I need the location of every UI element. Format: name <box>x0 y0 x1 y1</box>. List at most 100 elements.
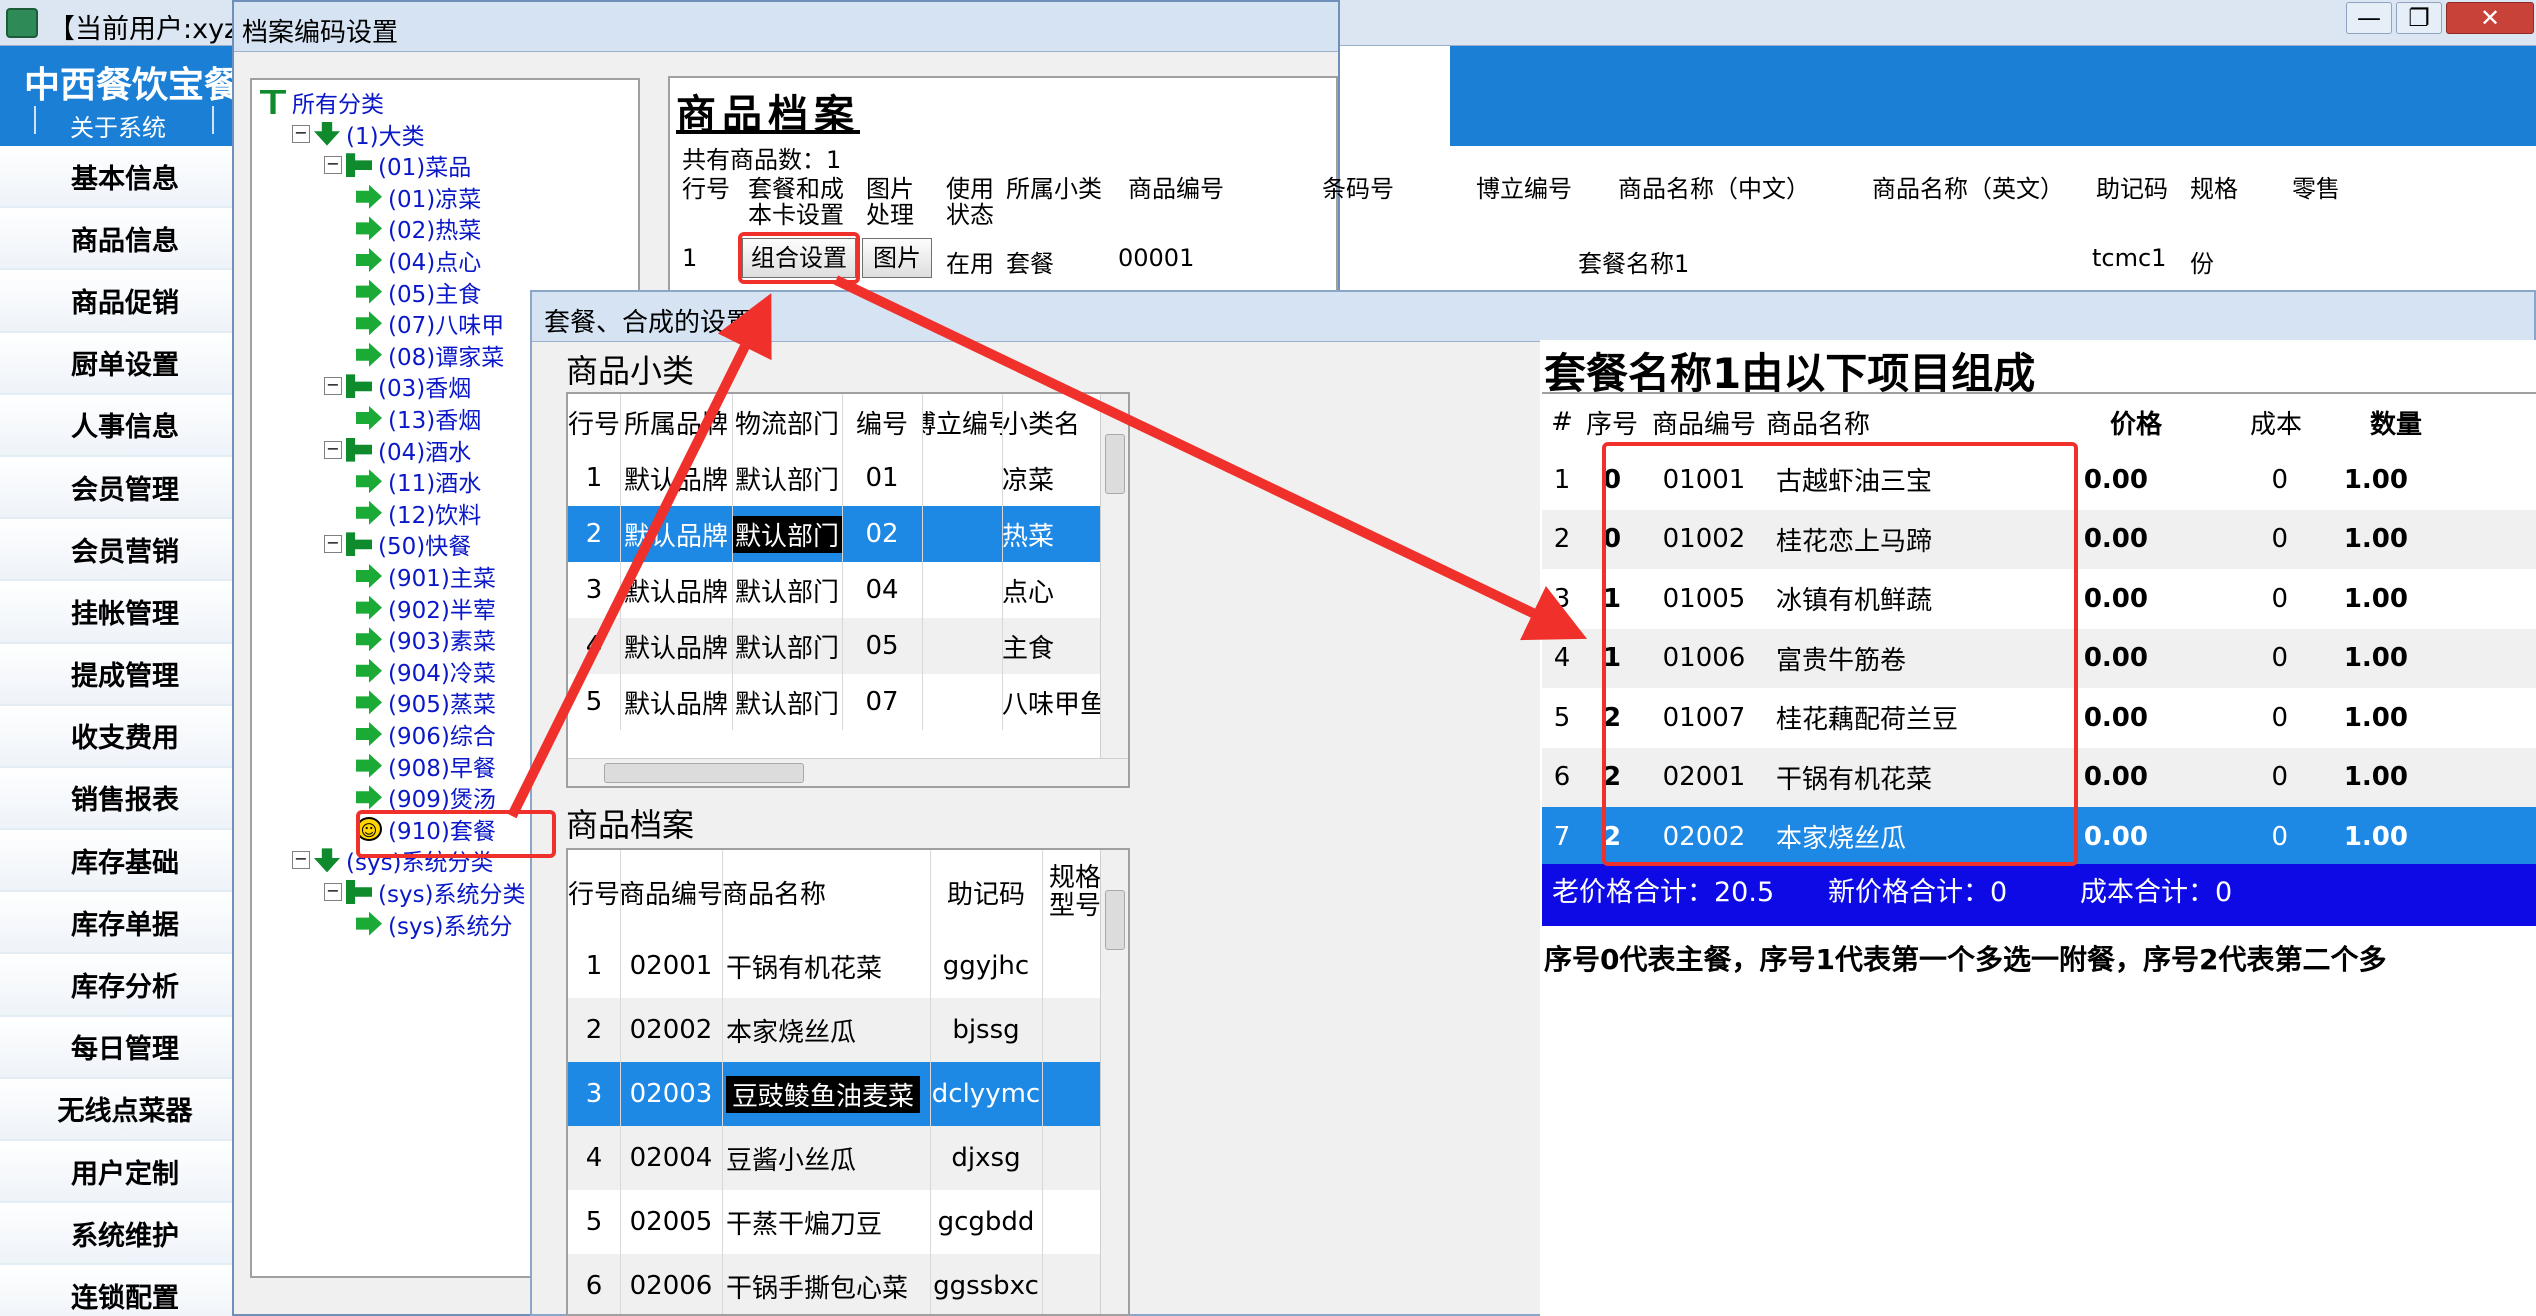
tree-node[interactable]: (04)点心 <box>356 244 481 276</box>
cell-text: 0 <box>2271 821 2288 852</box>
tree-node-label: (01)菜品 <box>378 155 472 182</box>
table-cell: 4 <box>568 1126 620 1190</box>
cell-text: 4 <box>585 631 603 661</box>
table-row[interactable]: 1 默认品牌 默认部门 01 凉菜 <box>568 450 1128 506</box>
tree-expander[interactable]: − <box>292 124 310 143</box>
close-button[interactable]: ✕ <box>2446 2 2534 34</box>
grid-column-header[interactable]: 数量 <box>2302 394 2422 450</box>
table-row[interactable]: 402004豆酱小丝瓜djxsg份1 <box>568 1126 1128 1190</box>
tree-node[interactable]: (12)饮料 <box>356 497 481 529</box>
table-row[interactable]: 502005干蒸干煸刀豆gcgbdd份1 <box>568 1190 1128 1254</box>
cell-text: 主食 <box>1002 633 1055 664</box>
tree-node[interactable]: (02)热菜 <box>356 212 481 244</box>
menu-item-label: 提成管理 <box>71 661 179 693</box>
grid-column-header[interactable]: 行号 <box>568 394 620 450</box>
tree-expander[interactable]: − <box>324 377 342 396</box>
table-row[interactable]: 202002本家烧丝瓜bjssg份1 <box>568 998 1128 1062</box>
table-row[interactable]: 302003豆豉鲮鱼油麦菜dclyymc份1 <box>568 1062 1128 1126</box>
tree-node[interactable]: − (01)菜品 <box>324 149 471 181</box>
tree-node[interactable]: (909)煲汤 <box>356 781 496 813</box>
menu-item[interactable]: 销售报表 <box>0 767 240 831</box>
table-cell: 5 <box>568 674 620 730</box>
grid-column-header[interactable]: 物流部门 <box>732 394 842 450</box>
tree-node-label: (08)谭家菜 <box>388 344 505 371</box>
table-row[interactable]: 5 默认品牌 默认部门 07 八味甲鱼 <box>568 674 1128 730</box>
tree-node-label: (13)香烟 <box>388 408 482 434</box>
menu-item[interactable]: 库存单据 <box>0 892 240 955</box>
tree-node[interactable]: (sys)系统分 <box>356 908 513 940</box>
tree-node[interactable]: (906)综合 <box>356 718 496 750</box>
tree-node[interactable]: (05)主食 <box>356 276 481 308</box>
table-row[interactable]: 3 默认品牌 默认部门 04 点心 <box>568 562 1128 618</box>
menu-item[interactable]: 无线点菜器 <box>0 1078 240 1141</box>
menu-item[interactable]: 厨单设置 <box>0 332 240 395</box>
table-row[interactable]: 2 默认品牌 默认部门 02 热菜 <box>568 506 1128 562</box>
tree-expander[interactable]: − <box>324 883 342 901</box>
tree-expander[interactable]: − <box>292 851 310 870</box>
tree-node[interactable]: − (50)快餐 <box>324 528 471 560</box>
grid-column-header[interactable]: 所属品牌 <box>620 394 732 450</box>
about-system-link[interactable]: 关于系统 <box>70 108 166 143</box>
menu-item[interactable]: 会员营销 <box>0 519 240 582</box>
tree-node[interactable]: 所有分类 <box>260 86 384 118</box>
tree-node[interactable]: − (sys)系统分类 <box>324 876 526 908</box>
scroll-thumb[interactable] <box>1105 434 1125 494</box>
menu-item[interactable]: 库存分析 <box>0 954 240 1017</box>
tree-node[interactable]: (908)早餐 <box>356 750 496 782</box>
scroll-thumb[interactable] <box>604 763 804 783</box>
grid-column-header[interactable]: 博立编号 <box>922 394 1002 450</box>
table-row[interactable]: 4 默认品牌 默认部门 05 主食 <box>568 618 1128 674</box>
grid-column-header[interactable]: 商品编号 <box>620 850 722 934</box>
tree-expander[interactable]: − <box>324 535 342 554</box>
tree-node[interactable]: (13)香烟 <box>356 402 481 434</box>
menu-item[interactable]: 收支费用 <box>0 705 240 768</box>
tree-node[interactable]: (903)素菜 <box>356 623 496 655</box>
grid-column-header[interactable]: 助记码 <box>930 850 1042 934</box>
tree-node[interactable]: (902)半荤 <box>356 592 496 624</box>
table-row[interactable]: 102001干锅有机花菜ggyjhc份1 <box>568 934 1128 998</box>
cell-text: 0.00 <box>2083 583 2148 614</box>
grid-column-header[interactable]: 成本 <box>2162 394 2302 450</box>
menu-item[interactable]: 挂帐管理 <box>0 581 240 644</box>
tree-node[interactable]: (904)冷菜 <box>356 655 496 687</box>
tree-node[interactable]: − (03)香烟 <box>324 370 471 402</box>
tree-node[interactable]: (11)酒水 <box>356 465 481 497</box>
scroll-thumb[interactable] <box>1105 890 1125 950</box>
menu-item[interactable]: 用户定制 <box>0 1141 240 1204</box>
menu-item[interactable]: 系统维护 <box>0 1203 240 1266</box>
menu-item[interactable]: 商品促销 <box>0 270 240 333</box>
tree-expander[interactable]: − <box>324 440 342 459</box>
image-button[interactable]: 图片 <box>862 238 932 278</box>
menu-item[interactable]: 商品信息 <box>0 208 240 271</box>
tree-node[interactable]: (08)谭家菜 <box>356 339 504 371</box>
minimize-button[interactable]: — <box>2346 2 2392 34</box>
tree-node[interactable]: (01)凉菜 <box>356 181 481 213</box>
table-row[interactable]: 602006干锅手撕包心菜ggssbxc份1 <box>568 1254 1128 1314</box>
table-cell: 1.00 <box>2302 569 2422 629</box>
grid-column-header[interactable]: 编号 <box>842 394 922 450</box>
grid-column-header[interactable]: 规格型号 <box>1042 850 1108 934</box>
menu-item[interactable]: 每日管理 <box>0 1016 240 1079</box>
tree-node[interactable]: − (04)酒水 <box>324 434 471 466</box>
tree-node[interactable]: (905)蒸菜 <box>356 686 496 718</box>
menu-item[interactable]: 人事信息 <box>0 394 240 457</box>
tree-node[interactable]: (07)八味甲 <box>356 307 504 339</box>
cell-text: 热菜 <box>1002 521 1055 552</box>
grid-column-header[interactable]: 小类名 <box>1002 394 1100 450</box>
tree-node[interactable]: − (1)大类 <box>292 118 425 150</box>
grid-column-header[interactable]: # <box>1542 394 1582 450</box>
cell-text: 01 <box>865 463 899 493</box>
category-vertical-scrollbar[interactable] <box>1100 394 1128 760</box>
category-horizontal-scrollbar[interactable] <box>568 758 1128 786</box>
tree-node[interactable]: (901)主菜 <box>356 560 496 592</box>
grid-column-header[interactable]: 行号 <box>568 850 620 934</box>
menu-item[interactable]: 连锁配置 <box>0 1265 240 1316</box>
maximize-button[interactable]: ❐ <box>2396 2 2442 34</box>
menu-item[interactable]: 提成管理 <box>0 643 240 706</box>
menu-item[interactable]: 会员管理 <box>0 456 240 520</box>
tree-expander[interactable]: − <box>324 156 342 175</box>
menu-item[interactable]: 库存基础 <box>0 830 240 893</box>
goods-vertical-scrollbar[interactable] <box>1100 850 1128 1314</box>
grid-column-header[interactable]: 商品名称 <box>722 850 930 934</box>
menu-item[interactable]: 基本信息 <box>0 146 240 209</box>
